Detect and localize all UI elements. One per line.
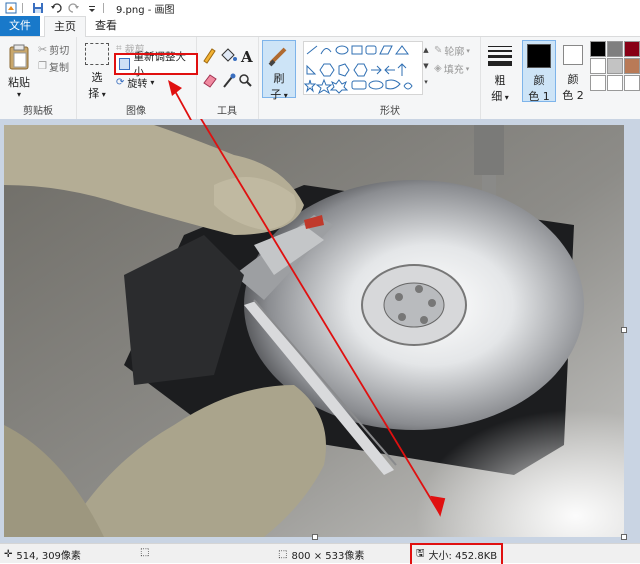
canvas-area[interactable] [0,119,640,543]
status-bar: ✛ 514, 309像素 ⬚ ⬚ 800 × 533像素 🖫 大小: 452.8… [0,543,640,564]
selection-size-icon: ⬚ [140,547,150,558]
annotation-arrow [200,119,446,517]
image-dimensions-icon: ⬚ [278,549,288,560]
file-size-text: 大小: 452.8KB [428,551,498,562]
image-dimensions: ⬚ 800 × 533像素 [278,547,364,562]
cursor-position-icon: ✛ [4,549,13,560]
image-dimensions-text: 800 × 533像素 [291,551,365,562]
cursor-position-text: 514, 309像素 [16,551,81,562]
cursor-position: ✛ 514, 309像素 [4,547,81,562]
annotation-arrow-head [168,80,192,120]
file-size-icon: 🖫 [416,548,425,559]
file-size: 🖫 大小: 452.8KB [409,543,504,564]
selection-size: ⬚ [140,547,149,558]
